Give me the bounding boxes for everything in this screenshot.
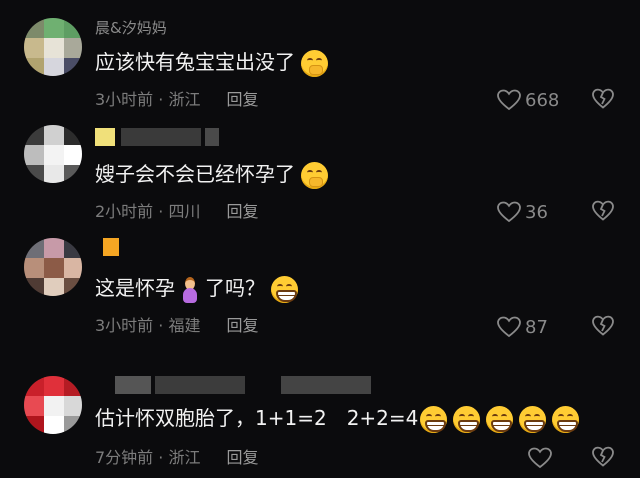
like-count: 36 (525, 201, 548, 223)
avatar[interactable] (24, 125, 82, 183)
avatar[interactable] (24, 18, 82, 76)
comment-text: 应该快有兔宝宝出没了 (95, 48, 328, 77)
dislike-button[interactable] (592, 446, 614, 470)
pregnant-woman-emoji-icon (181, 276, 199, 303)
dislike-button[interactable] (592, 315, 614, 339)
like-count: 668 (525, 89, 560, 111)
comment-meta: 3小时前 · 福建 回复 (95, 315, 258, 337)
username[interactable]: 晨&汐妈妈 (95, 18, 167, 38)
like-button[interactable]: 668 (497, 88, 559, 112)
avatar[interactable] (24, 376, 82, 434)
dislike-button[interactable] (592, 200, 614, 224)
shy-face-emoji-icon (301, 162, 328, 189)
broken-heart-icon (592, 446, 614, 467)
comment-text-content: 估计怀双胞胎了，1+1=2 2+2=4 (95, 406, 419, 430)
reply-button[interactable]: 回复 (226, 316, 258, 335)
grinning-face-emoji-icon (271, 276, 298, 303)
grinning-face-emoji-icon (486, 406, 514, 433)
grinning-face-emoji-icon (552, 406, 580, 433)
shy-face-emoji-icon (301, 50, 328, 77)
broken-heart-icon (592, 200, 614, 221)
heart-outline-icon (497, 89, 521, 111)
comment-text-before: 这是怀孕 (95, 276, 175, 300)
like-count: 87 (525, 316, 548, 338)
dislike-button[interactable] (592, 88, 614, 112)
heart-outline-icon (497, 316, 521, 338)
like-button[interactable]: 36 (497, 200, 548, 224)
like-button[interactable] (528, 446, 556, 470)
heart-outline-icon (497, 201, 521, 223)
comment-list: 晨&汐妈妈 应该快有兔宝宝出没了 3小时前 · 浙江 回复 668 嫂子会不会已… (0, 0, 640, 478)
grinning-face-emoji-icon (420, 406, 448, 433)
comment-text: 这是怀孕 了吗？ (95, 274, 298, 303)
comment-time-location: 3小时前 · 福建 (95, 316, 201, 335)
comment-time-location: 3小时前 · 浙江 (95, 90, 201, 109)
comment-time-location: 7分钟前 · 浙江 (95, 448, 201, 467)
heart-outline-icon (528, 447, 552, 469)
reply-button[interactable]: 回复 (226, 202, 258, 221)
comment-text-after: 了吗？ (205, 276, 265, 300)
grinning-face-emoji-icon (453, 406, 481, 433)
grinning-face-emoji-icon (519, 406, 547, 433)
reply-button[interactable]: 回复 (226, 448, 258, 467)
broken-heart-icon (592, 315, 614, 336)
comment-time-location: 2小时前 · 四川 (95, 202, 201, 221)
avatar[interactable] (24, 238, 82, 296)
broken-heart-icon (592, 88, 614, 109)
comment-text-content: 应该快有兔宝宝出没了 (95, 50, 295, 74)
comment-meta: 7分钟前 · 浙江 回复 (95, 447, 258, 469)
comment-text: 嫂子会不会已经怀孕了 (95, 160, 328, 189)
comment-meta: 2小时前 · 四川 回复 (95, 201, 258, 223)
comment-text-content: 嫂子会不会已经怀孕了 (95, 162, 295, 186)
comment-text: 估计怀双胞胎了，1+1=2 2+2=4 (95, 404, 580, 433)
comment-meta: 3小时前 · 浙江 回复 (95, 89, 258, 111)
like-button[interactable]: 87 (497, 315, 548, 339)
reply-button[interactable]: 回复 (226, 90, 258, 109)
